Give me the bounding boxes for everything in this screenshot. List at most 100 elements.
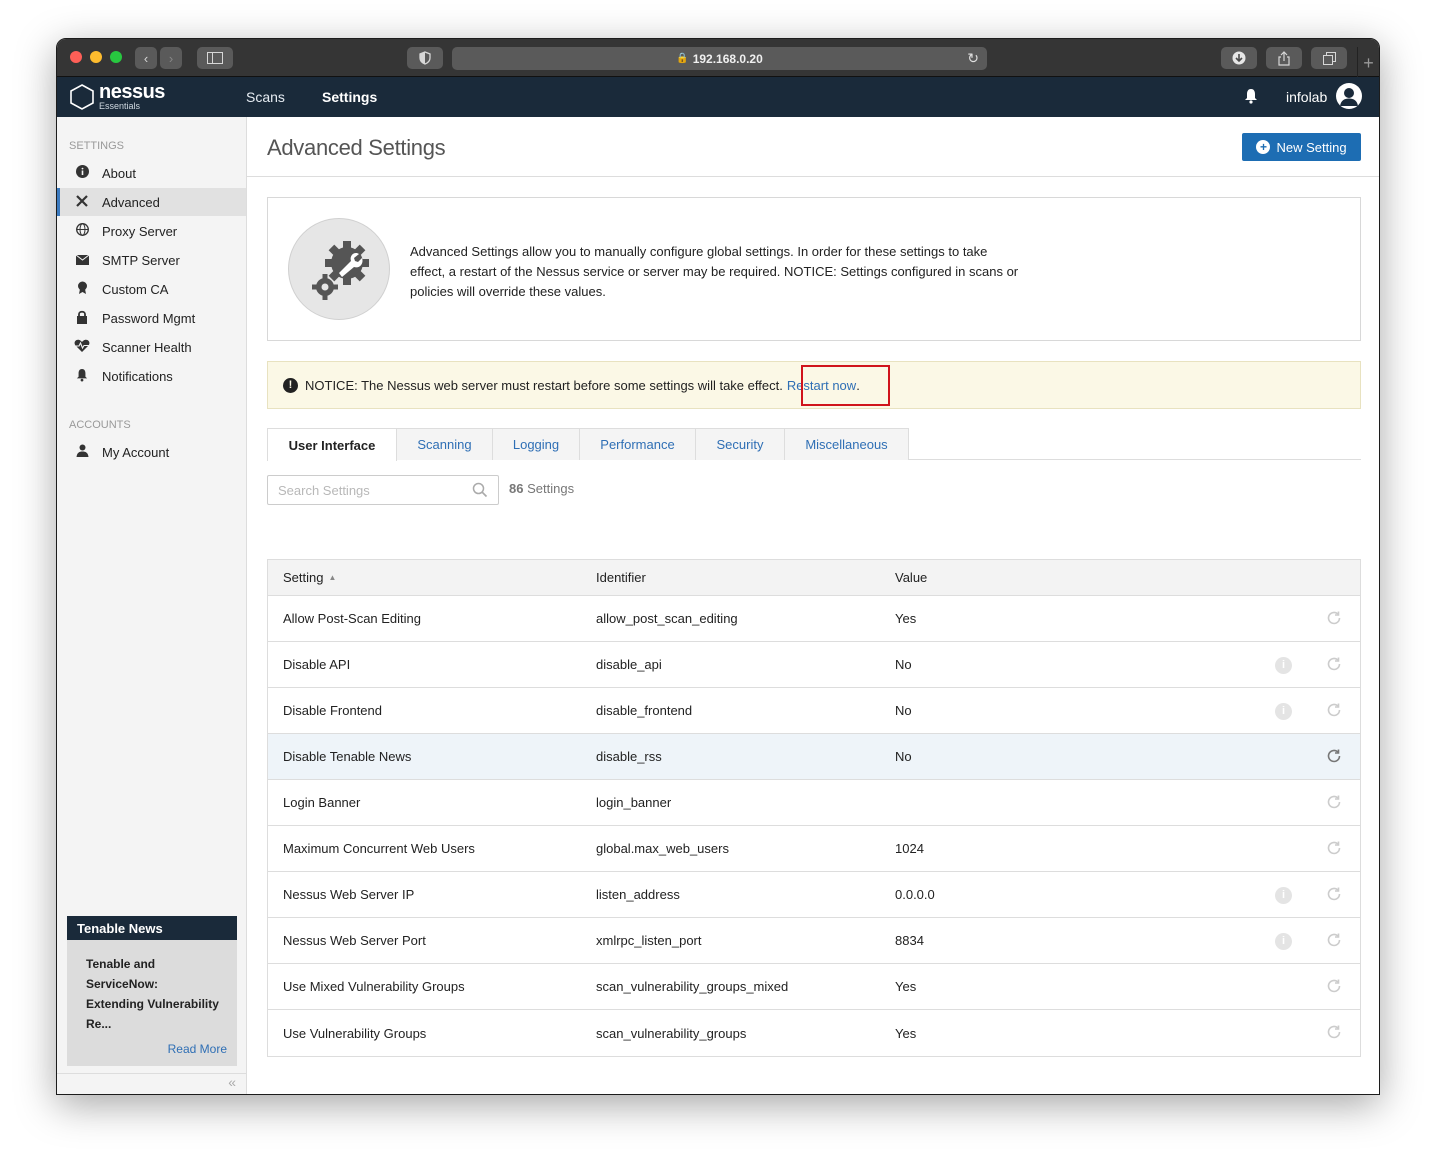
revert-icon[interactable] [1326,748,1342,764]
column-header-identifier[interactable]: Identifier [596,560,646,595]
back-button[interactable]: ‹ [135,47,157,69]
nav-scans[interactable]: Scans [246,89,285,105]
revert-icon[interactable] [1326,978,1342,994]
tab-scanning[interactable]: Scanning [396,428,493,460]
setting-value: Yes [895,979,917,994]
column-header-label: Setting [283,570,324,585]
revert-icon[interactable] [1326,656,1342,672]
new-tab-button[interactable]: + [1357,47,1379,77]
sidebar-item-my-account[interactable]: My Account [57,438,246,466]
setting-value: No [895,703,912,718]
tenable-news-widget: Tenable News Tenable and ServiceNow: Ext… [67,916,237,1066]
revert-icon[interactable] [1326,794,1342,810]
sidebar-item-proxy-server[interactable]: Proxy Server [57,217,246,245]
table-row[interactable]: Nessus Web Server IP listen_address 0.0.… [268,872,1360,918]
reload-icon[interactable]: ↻ [967,50,979,67]
hexagon-logo-icon [70,83,94,110]
setting-value: 8834 [895,933,924,948]
table-row[interactable]: Allow Post-Scan Editing allow_post_scan_… [268,596,1360,642]
news-read-more-link[interactable]: Read More [168,1042,227,1056]
info-icon[interactable]: i [1275,933,1292,950]
table-row[interactable]: Use Vulnerability Groups scan_vulnerabil… [268,1010,1360,1056]
tab-miscellaneous[interactable]: Miscellaneous [784,428,909,460]
user-menu-name[interactable]: infolab [1286,89,1327,105]
sidebar-item-label: Advanced [102,194,160,210]
table-row[interactable]: Disable API disable_api No i [268,642,1360,688]
column-header-setting[interactable]: Setting ▲ [283,560,336,595]
page-title: Advanced Settings [267,135,446,160]
divider [247,176,1379,177]
table-row[interactable]: Login Banner login_banner [268,780,1360,826]
setting-value: Yes [895,1025,917,1041]
info-icon[interactable]: i [1275,657,1292,674]
settings-table: Setting ▲ Identifier Value Allow Post-Sc… [267,559,1361,1057]
sidebar-item-custom-ca[interactable]: Custom CA [57,275,246,303]
revert-icon[interactable] [1326,840,1342,856]
sidebar-item-label: Notifications [102,368,173,384]
new-setting-button[interactable]: + New Setting [1242,133,1361,161]
share-button[interactable] [1266,47,1302,69]
chevron-right-icon: › [168,50,174,66]
sidebar-item-label: Custom CA [102,281,169,297]
column-header-value[interactable]: Value [895,560,927,595]
user-avatar-icon[interactable] [1336,83,1362,109]
info-description: Advanced Settings allow you to manually … [410,244,1019,299]
revert-icon[interactable] [1326,702,1342,718]
tab-logging[interactable]: Logging [492,428,580,460]
nav-settings[interactable]: Settings [322,89,377,105]
revert-icon[interactable] [1326,886,1342,902]
tab-performance[interactable]: Performance [579,428,696,460]
search-settings-field[interactable] [267,475,499,505]
revert-icon[interactable] [1326,1024,1342,1040]
address-bar[interactable]: 🔒 192.168.0.20 ↻ [452,47,987,70]
minimize-window-button[interactable] [90,51,102,63]
notifications-bell-icon[interactable] [1244,88,1258,108]
setting-identifier: disable_rss [596,749,662,764]
info-panel: Advanced Settings allow you to manually … [267,197,1361,341]
search-input[interactable] [268,476,458,504]
revert-icon[interactable] [1326,610,1342,626]
sidebar-item-smtp-server[interactable]: SMTP Server [57,246,246,274]
tab-overview-button[interactable] [1311,47,1347,69]
table-row[interactable]: Disable Frontend disable_frontend No i [268,688,1360,734]
accounts-section-heading: ACCOUNTS [69,419,131,431]
sidebar-icon [207,52,223,64]
settings-section-heading: SETTINGS [69,140,125,152]
sidebar-item-advanced[interactable]: Advanced [57,188,246,216]
zoom-window-button[interactable] [110,51,122,63]
certificate-icon [72,281,92,298]
info-circle-icon [72,165,92,181]
globe-icon [72,223,92,239]
sidebar-toggle-button[interactable] [197,47,233,69]
tab-security[interactable]: Security [695,428,785,460]
main-content: Advanced Settings + New Setting Advanced… [247,117,1379,1094]
collapse-sidebar-button[interactable]: « [57,1073,246,1094]
settings-count-label: Settings [527,481,575,496]
restart-notice-banner: ! NOTICE: The Nessus web server must res… [267,361,1361,409]
table-row[interactable]: Nessus Web Server Port xmlrpc_listen_por… [268,918,1360,964]
info-icon[interactable]: i [1275,887,1292,904]
privacy-report-button[interactable] [407,47,443,69]
table-row[interactable]: Maximum Concurrent Web Users global.max_… [268,826,1360,872]
nessus-logo[interactable]: nessus Essentials [69,82,165,111]
downloads-button[interactable] [1221,47,1257,69]
sidebar-item-password-mgmt[interactable]: Password Mgmt [57,304,246,332]
plus-circle-icon: + [1256,140,1271,154]
sidebar-item-scanner-health[interactable]: Scanner Health [57,333,246,361]
revert-icon[interactable] [1326,932,1342,948]
setting-value: No [895,749,912,764]
info-icon[interactable]: i [1275,703,1292,720]
setting-name: Disable API [283,657,351,672]
search-icon[interactable] [472,482,488,498]
sidebar-item-about[interactable]: About [57,159,246,187]
table-row[interactable]: Use Mixed Vulnerability Groups scan_vuln… [268,964,1360,1010]
download-icon [1232,51,1246,65]
sidebar-item-label: Scanner Health [102,339,192,355]
close-window-button[interactable] [70,51,82,63]
sidebar-item-notifications[interactable]: Notifications [57,362,246,390]
table-row[interactable]: Disable Tenable News disable_rss No [268,734,1360,780]
tab-user-interface[interactable]: User Interface [267,428,397,461]
news-headline[interactable]: Tenable and ServiceNow: Extending Vulner… [67,940,237,1034]
heartbeat-icon [72,339,92,356]
forward-button[interactable]: › [160,47,182,69]
